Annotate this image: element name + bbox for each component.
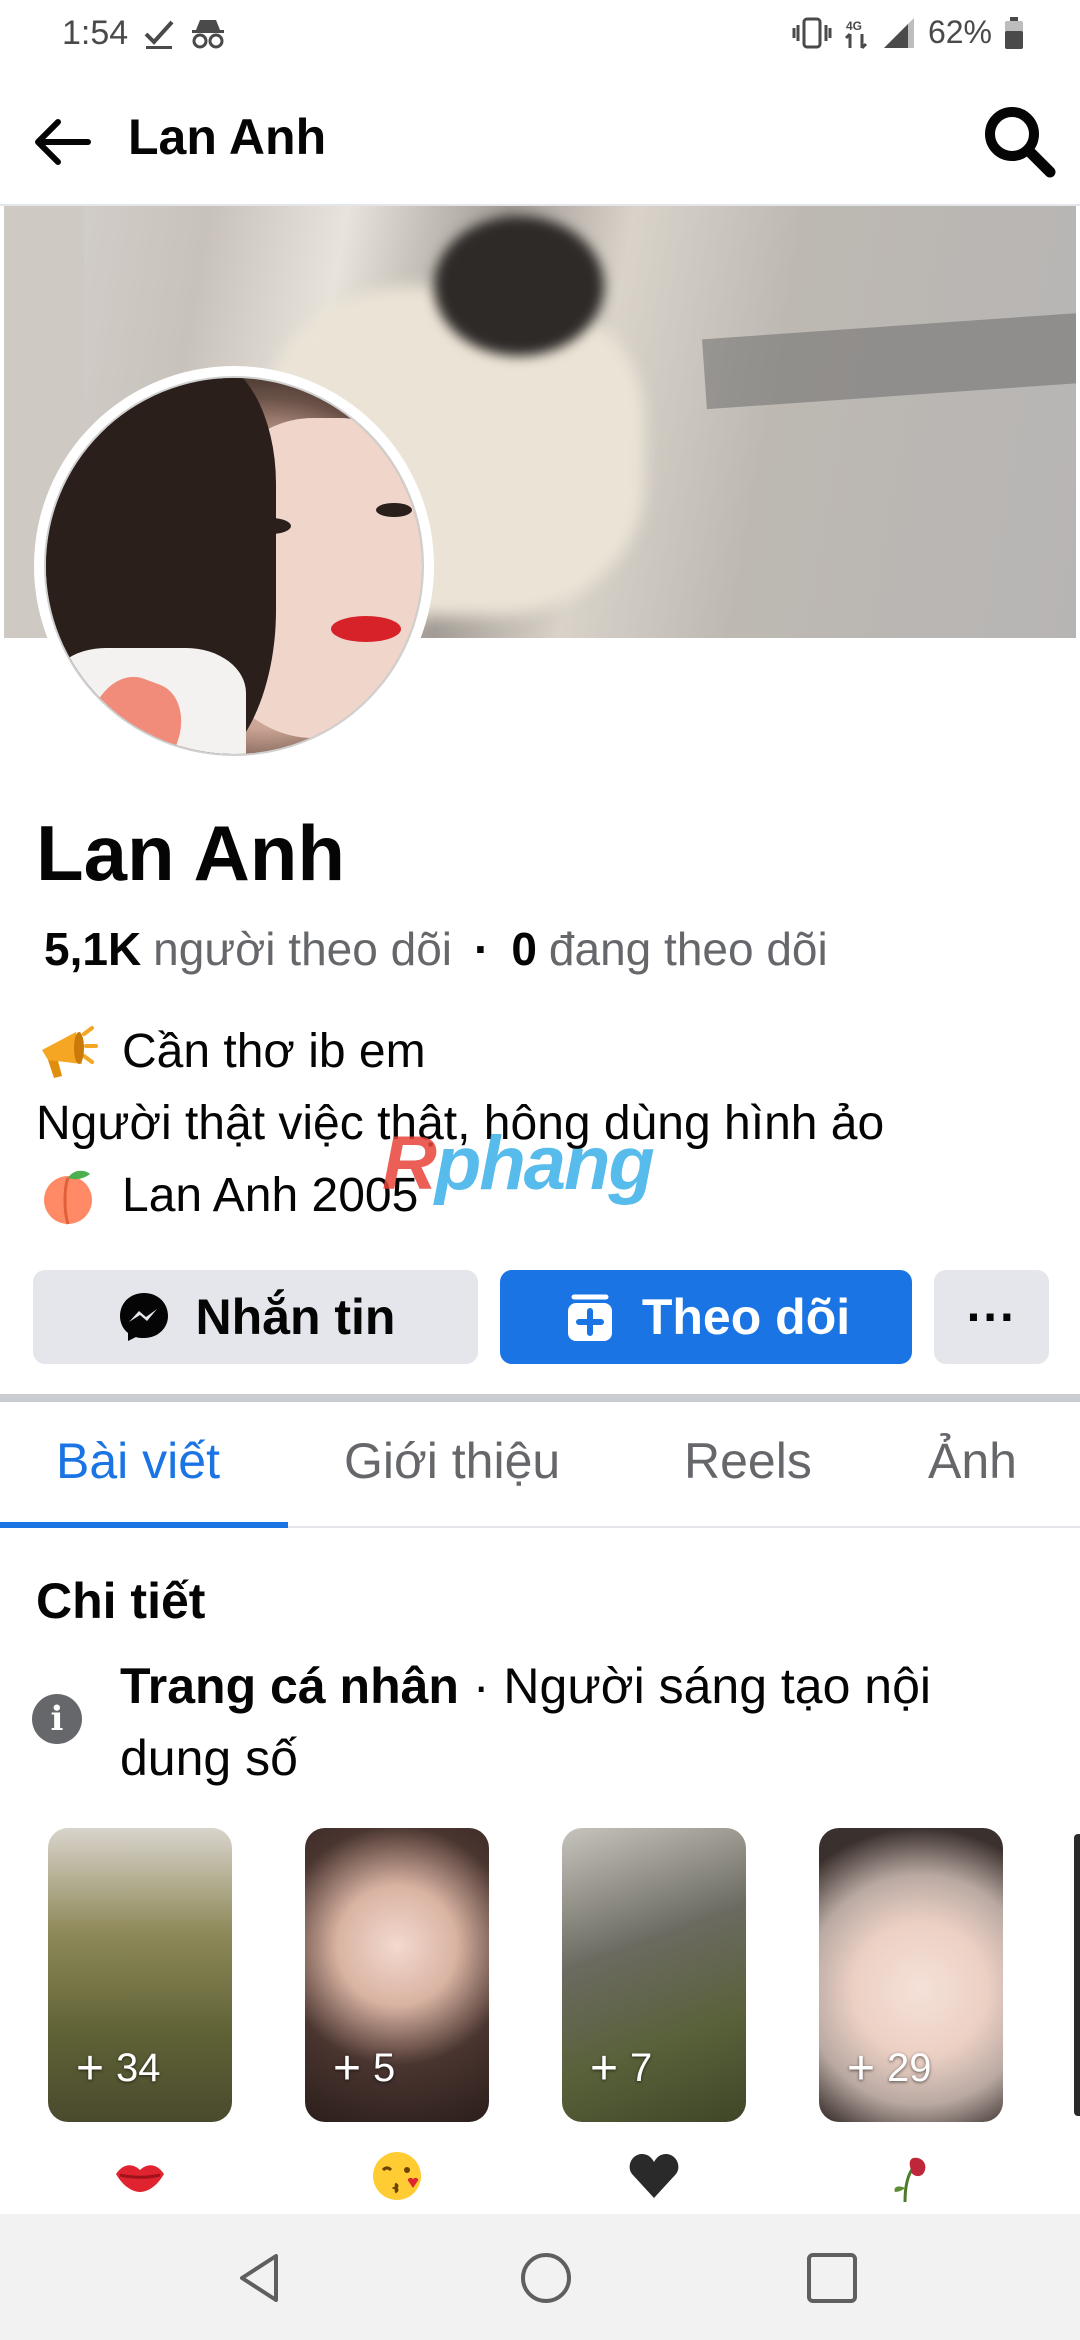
message-button[interactable]: Nhắn tin bbox=[33, 1270, 478, 1364]
megaphone-icon bbox=[42, 1026, 98, 1078]
highlight-item-partial bbox=[1074, 1834, 1080, 2116]
svg-text:4G: 4G bbox=[846, 19, 862, 33]
profile-type-bold: Trang cá nhân bbox=[120, 1658, 459, 1714]
system-nav-bar bbox=[0, 2214, 1080, 2340]
back-arrow-icon[interactable] bbox=[30, 110, 94, 174]
profile-avatar[interactable] bbox=[34, 366, 434, 766]
tab-reels[interactable]: Reels bbox=[684, 1432, 812, 1490]
bio-text: Cần thơ ib em bbox=[122, 1025, 426, 1078]
header-title: Lan Anh bbox=[128, 109, 327, 165]
black-heart-icon bbox=[629, 2154, 679, 2198]
status-bar: 1:54 4G 62% bbox=[0, 0, 1080, 72]
highlight-item[interactable]: +7 bbox=[562, 1828, 746, 2122]
profile-tabs: Bài viết Giới thiệu Reels Ảnh bbox=[0, 1402, 1080, 1528]
section-divider bbox=[0, 1394, 1080, 1402]
nav-back-icon[interactable] bbox=[232, 2250, 288, 2306]
followers-label: người theo dõi bbox=[153, 923, 452, 975]
vibrate-icon bbox=[792, 17, 832, 48]
tab-posts[interactable]: Bài viết bbox=[56, 1432, 220, 1490]
incognito-icon bbox=[192, 20, 224, 49]
follow-button[interactable]: Theo dõi bbox=[500, 1270, 912, 1364]
message-button-label: Nhắn tin bbox=[195, 1289, 396, 1345]
followers-count: 5,1K bbox=[44, 923, 142, 975]
lips-icon bbox=[116, 2165, 164, 2192]
signal-icon bbox=[883, 17, 914, 48]
follow-plus-icon bbox=[562, 1289, 618, 1345]
peach-icon bbox=[44, 1170, 92, 1225]
nav-home-icon[interactable] bbox=[518, 2250, 574, 2306]
bio-text: Lan Anh 2005 bbox=[122, 1169, 419, 1222]
highlight-count: +5 bbox=[333, 2042, 396, 2095]
active-tab-indicator bbox=[0, 1522, 288, 1528]
status-left-icons bbox=[142, 16, 226, 50]
lte-icon: 4G bbox=[844, 19, 868, 49]
highlight-count: +29 bbox=[847, 2042, 932, 2095]
profile-name: Lan Anh bbox=[36, 809, 346, 897]
highlight-item[interactable]: +34 bbox=[48, 1828, 232, 2122]
details-heading: Chi tiết bbox=[36, 1573, 206, 1629]
nav-recents-icon[interactable] bbox=[804, 2250, 860, 2306]
tab-photos[interactable]: Ảnh bbox=[928, 1432, 1017, 1490]
bio-line: Cần thơ ib em bbox=[36, 1016, 884, 1088]
search-icon[interactable] bbox=[980, 102, 1056, 178]
following-label: đang theo dõi bbox=[548, 923, 828, 975]
profile-type-text: Trang cá nhân · Người sáng tạo nội dung … bbox=[120, 1650, 1000, 1794]
more-options-label: ··· bbox=[966, 1289, 1017, 1345]
status-time: 1:54 bbox=[62, 14, 129, 52]
highlight-item[interactable]: +5 bbox=[305, 1828, 489, 2122]
battery-icon bbox=[1005, 16, 1023, 49]
more-options-button[interactable]: ··· bbox=[934, 1270, 1049, 1364]
check-icon bbox=[144, 20, 174, 49]
follow-stats[interactable]: 5,1K người theo dõi · 0 đang theo dõi bbox=[44, 922, 828, 976]
wilted-rose-icon bbox=[894, 2157, 926, 2203]
tab-about[interactable]: Giới thiệu bbox=[344, 1432, 560, 1490]
messenger-icon bbox=[116, 1289, 172, 1345]
info-icon: i bbox=[32, 1694, 82, 1744]
highlight-item[interactable]: +29 bbox=[819, 1828, 1003, 2122]
watermark-logo: Rphang bbox=[382, 1121, 655, 1206]
highlight-count: +34 bbox=[76, 2042, 161, 2095]
follow-button-label: Theo dõi bbox=[641, 1289, 851, 1345]
separator-dot: · bbox=[474, 923, 490, 975]
status-right-icons: 4G 62% bbox=[792, 14, 1024, 51]
kissing-face-icon bbox=[373, 2152, 421, 2200]
highlight-count: +7 bbox=[590, 2042, 653, 2095]
top-app-bar: Lan Anh bbox=[0, 72, 1080, 206]
following-count: 0 bbox=[511, 923, 537, 975]
battery-percent: 62% bbox=[927, 14, 992, 50]
